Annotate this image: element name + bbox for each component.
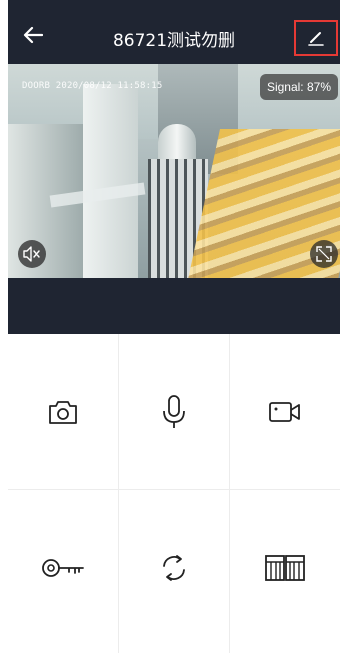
- video-timestamp: DOORB 2020/08/12 11:58:15: [22, 81, 163, 91]
- gate-icon: [265, 554, 305, 581]
- key-icon: [42, 558, 84, 577]
- video-controls-band: [8, 278, 340, 334]
- camera-icon: [49, 400, 77, 424]
- talk-button[interactable]: [119, 334, 229, 489]
- snapshot-button[interactable]: [8, 334, 118, 489]
- record-button[interactable]: [230, 334, 340, 489]
- signal-badge: Signal: 87%: [259, 74, 338, 100]
- microphone-icon: [163, 394, 185, 428]
- mute-button[interactable]: [18, 240, 46, 268]
- refresh-icon: [163, 554, 185, 581]
- app-frame: 86721测试勿删 DOORB 2020/08/12 11:58:15 Sign…: [8, 0, 340, 653]
- speaker-muted-icon: [23, 246, 40, 262]
- pencil-icon: [308, 32, 324, 46]
- back-button[interactable]: [22, 24, 44, 46]
- page-title: 86721测试勿删: [112, 31, 236, 51]
- refresh-button[interactable]: [119, 490, 229, 645]
- top-bar: 86721测试勿删: [8, 0, 340, 64]
- control-grid: [8, 334, 340, 653]
- gate-button[interactable]: [230, 490, 340, 645]
- unlock-button[interactable]: [8, 490, 118, 645]
- video-camera-icon: [269, 401, 300, 422]
- edit-button[interactable]: [294, 20, 338, 56]
- fullscreen-icon: [316, 246, 332, 262]
- back-arrow-icon: [23, 26, 43, 44]
- fullscreen-button[interactable]: [310, 240, 338, 268]
- live-video-view[interactable]: DOORB 2020/08/12 11:58:15 Signal: 87%: [8, 64, 340, 278]
